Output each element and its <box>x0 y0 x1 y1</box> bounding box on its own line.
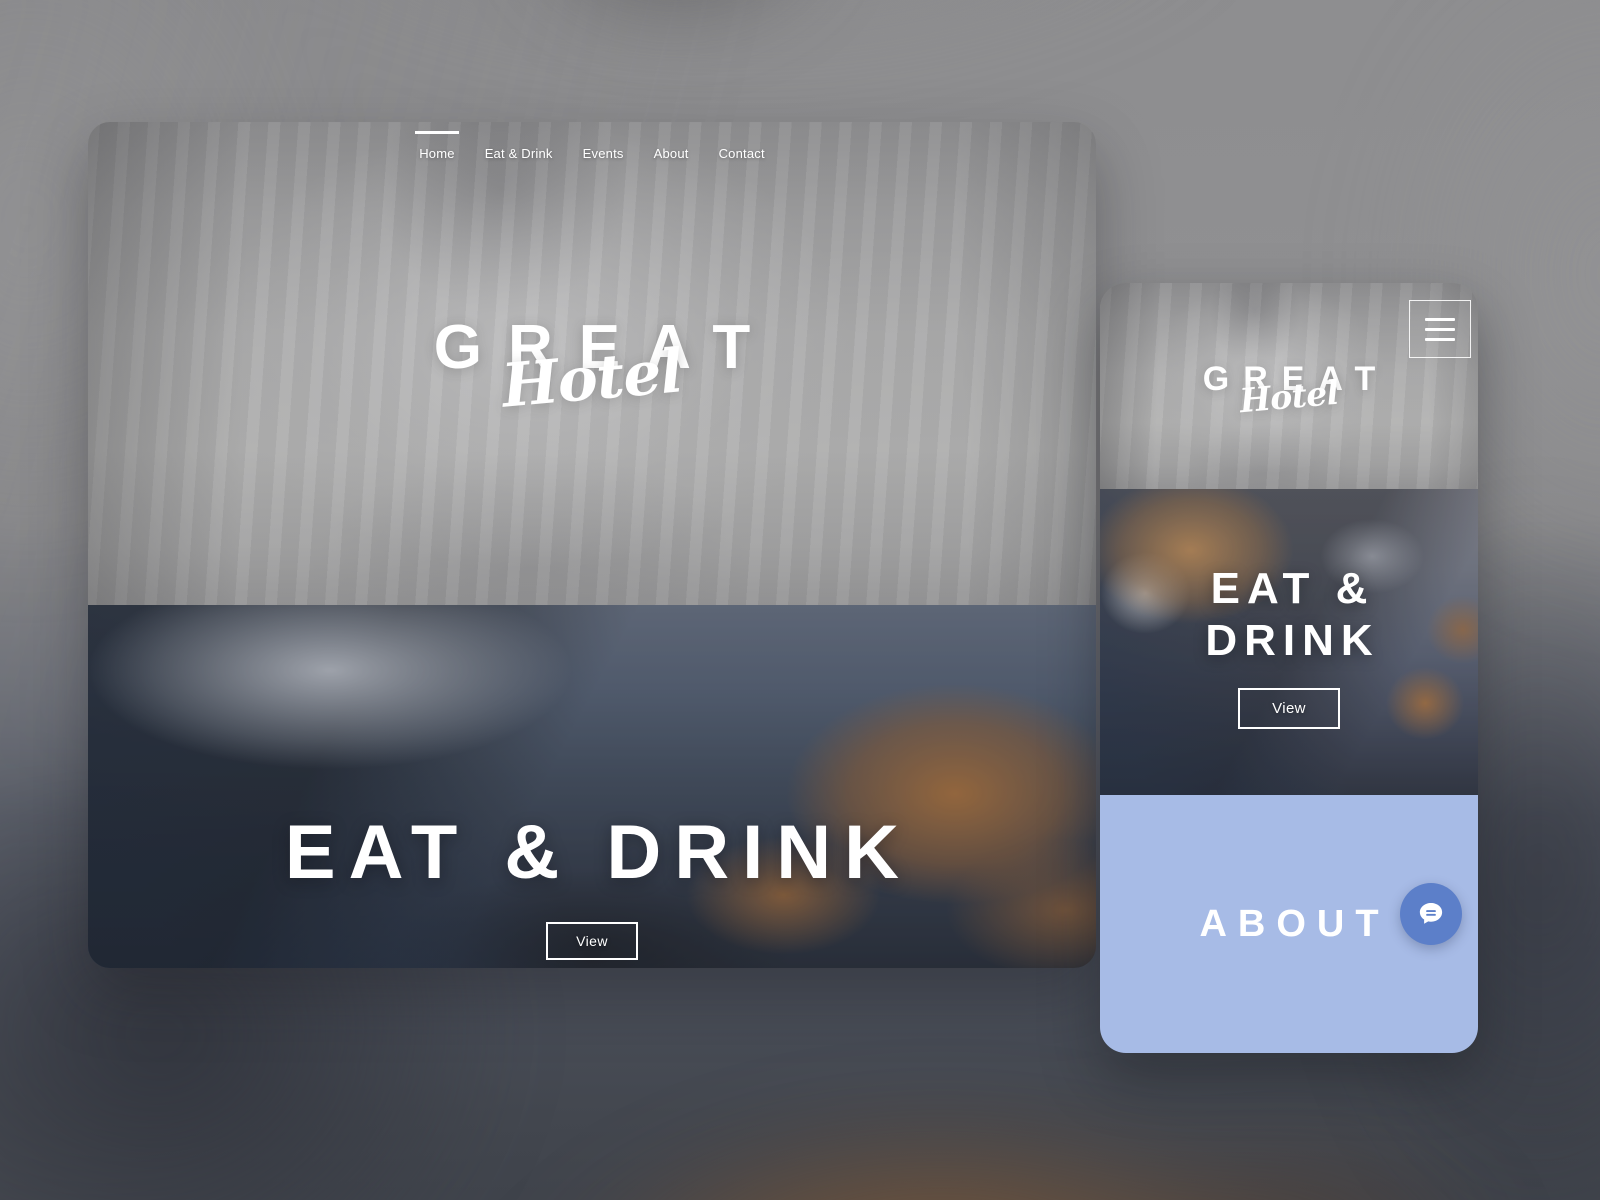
mobile-logo-word-great: GREAT <box>1202 360 1390 398</box>
hamburger-icon[interactable] <box>1409 300 1471 358</box>
hamburger-bar-2 <box>1425 327 1455 331</box>
screenshot-stage: Home Eat & Drink Events About Contact GR… <box>0 0 1600 1200</box>
mobile-view-button[interactable]: View <box>1238 687 1340 729</box>
logo-script-hotel: Hotel <box>499 335 685 422</box>
mobile-about-heading: ABOUT <box>1199 902 1390 945</box>
mobile-eat-drink-heading-line2: DRINK <box>1205 615 1380 665</box>
mobile-eat-drink-heading-line1: EAT & <box>1210 564 1375 614</box>
desktop-view-button[interactable]: View <box>546 922 638 960</box>
desktop-navigation: Home Eat & Drink Events About Contact <box>88 122 1096 184</box>
desktop-hero-section: Home Eat & Drink Events About Contact GR… <box>88 122 1096 605</box>
mobile-logo: GREAT Hotel <box>1100 360 1478 420</box>
mobile-logo-script-hotel: Hotel <box>1238 372 1340 420</box>
desktop-preview-frame: Home Eat & Drink Events About Contact GR… <box>88 122 1096 968</box>
nav-item-eat-drink[interactable]: Eat & Drink <box>483 140 555 167</box>
logo-word-great: GREAT <box>433 313 777 382</box>
mobile-eat-drink-section: EAT & DRINK View <box>1100 489 1478 795</box>
nav-item-contact[interactable]: Contact <box>717 140 767 167</box>
chat-bubble-glyph <box>1419 903 1443 924</box>
desktop-eat-drink-heading: EAT & DRINK <box>284 810 913 895</box>
mobile-eat-drink-heading: EAT & DRINK <box>1198 563 1379 665</box>
hamburger-bar-3 <box>1425 337 1455 341</box>
hamburger-bar-1 <box>1425 317 1455 321</box>
nav-item-events[interactable]: Events <box>581 140 626 167</box>
nav-item-home[interactable]: Home <box>417 140 456 167</box>
desktop-logo: GREAT Hotel <box>88 313 1096 421</box>
desktop-eat-drink-section: EAT & DRINK View <box>88 605 1096 968</box>
nav-item-about[interactable]: About <box>652 140 691 167</box>
chat-bubble-icon[interactable] <box>1400 883 1462 945</box>
